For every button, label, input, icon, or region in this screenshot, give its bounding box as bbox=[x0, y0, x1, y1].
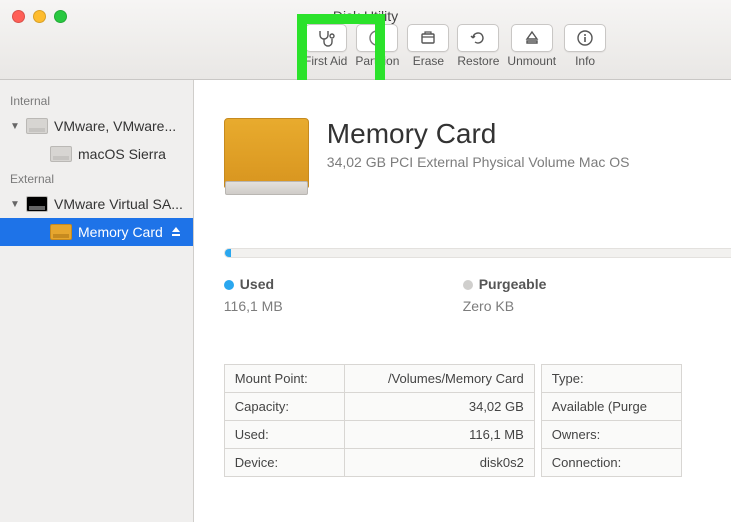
volume-header: Memory Card 34,02 GB PCI External Physic… bbox=[224, 118, 731, 188]
info-label: Info bbox=[575, 54, 595, 68]
external-volume-icon bbox=[50, 224, 72, 240]
volume-subtitle: 34,02 GB PCI External Physical Volume Ma… bbox=[327, 154, 630, 170]
unmount-button[interactable] bbox=[511, 24, 553, 52]
sidebar-item-label: VMware Virtual SA... bbox=[54, 196, 193, 212]
disclosure-triangle-icon[interactable]: ▼ bbox=[10, 199, 20, 209]
sidebar-item-label: VMware, VMware... bbox=[54, 118, 193, 134]
external-hdd-icon bbox=[26, 196, 48, 212]
partition-button[interactable] bbox=[356, 24, 398, 52]
close-icon[interactable] bbox=[12, 10, 25, 23]
table-row: Type: bbox=[541, 365, 681, 393]
legend-dot-used bbox=[224, 280, 234, 290]
eject-icon bbox=[523, 29, 541, 47]
stethoscope-icon bbox=[316, 29, 336, 47]
sidebar-item-label: Memory Card bbox=[78, 224, 163, 240]
legend-purgeable-label: Purgeable bbox=[479, 276, 547, 292]
window-controls bbox=[12, 10, 67, 23]
erase-label: Erase bbox=[413, 54, 444, 68]
table-row: Connection: bbox=[541, 449, 681, 477]
titlebar: Disk Utility First Aid Partition bbox=[0, 0, 731, 80]
minimize-icon[interactable] bbox=[33, 10, 46, 23]
info-button[interactable] bbox=[564, 24, 606, 52]
sidebar-item-macos-sierra[interactable]: macOS Sierra bbox=[0, 140, 193, 168]
sidebar-item-vmware-sata[interactable]: ▼ VMware Virtual SA... bbox=[0, 190, 193, 218]
sidebar-item-vmware-disk[interactable]: ▼ VMware, VMware... bbox=[0, 112, 193, 140]
first-aid-button[interactable] bbox=[305, 24, 347, 52]
volume-details-table: Mount Point:/Volumes/Memory Card Capacit… bbox=[224, 364, 731, 477]
table-row: Device:disk0s2 bbox=[224, 449, 534, 477]
restore-icon bbox=[469, 29, 487, 47]
window-title: Disk Utility bbox=[333, 8, 398, 24]
volume-name: Memory Card bbox=[327, 118, 630, 150]
table-row: Capacity:34,02 GB bbox=[224, 393, 534, 421]
sidebar: Internal ▼ VMware, VMware... macOS Sierr… bbox=[0, 80, 194, 522]
table-row: Mount Point:/Volumes/Memory Card bbox=[224, 365, 534, 393]
usage-legend: Used 116,1 MB Purgeable Zero KB bbox=[224, 276, 731, 314]
zoom-icon[interactable] bbox=[54, 10, 67, 23]
hdd-icon bbox=[50, 146, 72, 162]
erase-icon bbox=[419, 29, 437, 47]
sidebar-section-internal: Internal bbox=[0, 90, 193, 112]
sidebar-item-memory-card[interactable]: Memory Card bbox=[0, 218, 193, 246]
eject-icon[interactable] bbox=[169, 225, 183, 239]
table-row: Owners: bbox=[541, 421, 681, 449]
volume-disk-icon bbox=[224, 118, 309, 188]
legend-used-label: Used bbox=[240, 276, 274, 292]
erase-button[interactable] bbox=[407, 24, 449, 52]
main-panel: Memory Card 34,02 GB PCI External Physic… bbox=[194, 80, 731, 522]
legend-purgeable-value: Zero KB bbox=[463, 298, 547, 314]
hdd-icon bbox=[26, 118, 48, 134]
usage-used-segment bbox=[225, 249, 232, 257]
legend-dot-purgeable bbox=[463, 280, 473, 290]
unmount-label: Unmount bbox=[507, 54, 556, 68]
table-row: Available (Purge bbox=[541, 393, 681, 421]
sidebar-item-label: macOS Sierra bbox=[78, 146, 193, 162]
disclosure-triangle-icon[interactable]: ▼ bbox=[10, 121, 20, 131]
window-body: Internal ▼ VMware, VMware... macOS Sierr… bbox=[0, 80, 731, 522]
usage-bar bbox=[224, 248, 731, 258]
toolbar: First Aid Partition Erase bbox=[304, 24, 606, 68]
restore-label: Restore bbox=[457, 54, 499, 68]
disk-utility-window: Disk Utility First Aid Partition bbox=[0, 0, 731, 522]
legend-used-value: 116,1 MB bbox=[224, 298, 283, 314]
partition-label: Partition bbox=[355, 54, 399, 68]
restore-button[interactable] bbox=[457, 24, 499, 52]
table-row: Used:116,1 MB bbox=[224, 421, 534, 449]
info-icon bbox=[576, 29, 594, 47]
pie-icon bbox=[368, 29, 386, 47]
first-aid-label: First Aid bbox=[304, 54, 347, 68]
sidebar-section-external: External bbox=[0, 168, 193, 190]
